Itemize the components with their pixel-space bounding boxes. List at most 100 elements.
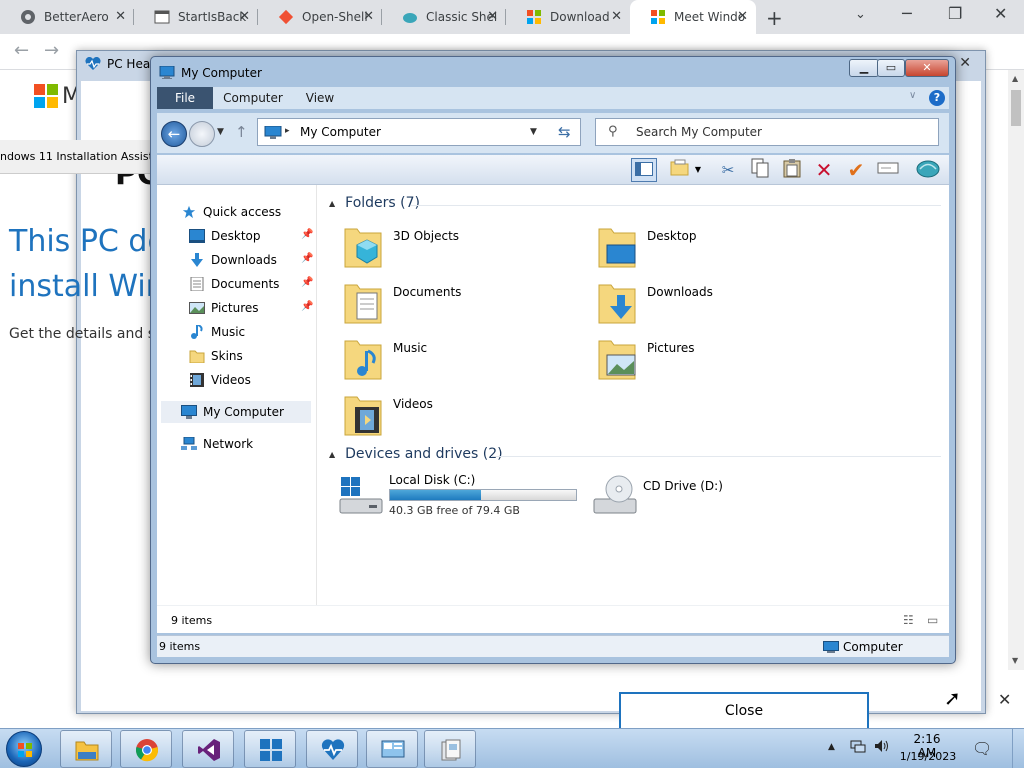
tab-download[interactable]: Download ✕	[506, 0, 630, 34]
folder-desktop[interactable]: Desktop	[597, 223, 837, 273]
nav-item-skins[interactable]: Skins	[189, 345, 243, 367]
microsoft-logo	[34, 84, 58, 108]
paste-button[interactable]	[779, 158, 805, 182]
tab-close-icon[interactable]: ✕	[487, 9, 498, 24]
tab-strip: BetterAero ✕ StartIsBack ✕ Open-Shell ✕ …	[0, 0, 1024, 34]
tab-open-shell[interactable]: Open-Shell ✕	[258, 0, 382, 34]
tab-close-icon[interactable]: ✕	[115, 9, 126, 24]
tab-search-icon[interactable]: ⌄	[855, 7, 866, 22]
nav-item-quick-access[interactable]: Quick access	[181, 201, 281, 223]
nav-item-documents[interactable]: Documents 📌	[189, 273, 337, 295]
collapse-icon[interactable]: ▲	[329, 199, 335, 208]
select-all-icon[interactable]: ✔	[843, 158, 869, 182]
help-icon[interactable]: ?	[929, 90, 945, 106]
pin-icon[interactable]: 📌	[301, 229, 313, 240]
taskbar-app[interactable]	[424, 730, 476, 768]
pin-icon[interactable]: 📌	[301, 301, 313, 312]
tab-view[interactable]: View	[297, 87, 343, 109]
folder-music[interactable]: Music	[343, 335, 583, 385]
maximize-button[interactable]: ▭	[877, 59, 905, 77]
up-button[interactable]: ↑	[235, 123, 248, 141]
close-icon[interactable]: ✕	[959, 55, 971, 71]
folder-downloads[interactable]: Downloads	[597, 279, 837, 329]
pin-icon[interactable]: 📌	[301, 253, 313, 264]
classic-shell-button[interactable]	[915, 158, 941, 182]
network-icon[interactable]	[850, 740, 866, 758]
taskbar-windows-installer[interactable]	[244, 730, 296, 768]
taskbar-visual-studio[interactable]	[182, 730, 234, 768]
expand-ribbon-icon[interactable]: ∨	[909, 90, 916, 101]
nav-item-music[interactable]: Music	[189, 321, 245, 343]
folder-videos[interactable]: Videos	[343, 391, 583, 441]
pin-icon[interactable]: 📌	[301, 277, 313, 288]
taskbar-file-explorer[interactable]	[60, 730, 112, 768]
forward-button[interactable]	[189, 121, 215, 147]
tab-betteraero[interactable]: BetterAero ✕	[0, 0, 134, 34]
taskbar-chrome[interactable]	[120, 730, 172, 768]
address-bar[interactable]: ▸ My Computer ▼ ⇆	[257, 118, 581, 146]
taskbar-control-panel[interactable]	[366, 730, 418, 768]
scroll-thumb[interactable]	[1011, 90, 1021, 126]
close-button[interactable]: ✕	[905, 59, 949, 77]
new-tab-icon[interactable]: +	[766, 6, 783, 30]
group-header-devices[interactable]: ▲ Devices and drives (2)	[329, 446, 503, 462]
title-bar[interactable]: My Computer ▁ ▭ ✕	[151, 57, 955, 87]
restore-icon[interactable]: ❐	[948, 4, 962, 23]
collapse-icon[interactable]: ▲	[329, 450, 335, 459]
nav-item-desktop[interactable]: Desktop 📌	[189, 225, 337, 247]
tab-file[interactable]: File	[157, 87, 213, 109]
breadcrumb-chevron-icon[interactable]: ▸	[285, 126, 290, 136]
rename-button[interactable]	[875, 158, 901, 182]
drive-local-disk-c[interactable]: Local Disk (C:) 40.3 GB free of 79.4 GB	[339, 473, 599, 527]
layout-pane-button[interactable]	[631, 158, 657, 182]
tab-close-icon[interactable]: ✕	[363, 9, 374, 24]
minimize-icon[interactable]: ─	[902, 4, 912, 23]
clock-date[interactable]: 1/19/2023	[898, 750, 958, 763]
back-arrow-icon[interactable]: ←	[14, 40, 29, 61]
start-button[interactable]	[6, 731, 42, 767]
folder-pictures[interactable]: Pictures	[597, 335, 837, 385]
details-view-icon[interactable]: ☷	[903, 613, 914, 627]
notification-icon[interactable]: 🗨	[972, 739, 992, 758]
back-button[interactable]: ←	[161, 121, 187, 147]
show-desktop-button[interactable]	[1012, 729, 1024, 768]
search-input[interactable]: ⚲ Search My Computer	[595, 118, 939, 146]
tab-close-icon[interactable]: ✕	[737, 9, 748, 24]
tab-meet-windows[interactable]: Meet Windows ✕	[630, 0, 756, 34]
tab-classic-shell[interactable]: Classic Shell ✕	[382, 0, 506, 34]
close-button[interactable]: Close	[619, 692, 869, 730]
properties-dropdown-icon[interactable]: ▼	[691, 158, 705, 182]
volume-icon[interactable]	[874, 739, 890, 757]
taskbar-pc-health-check[interactable]	[306, 730, 358, 768]
nav-item-pictures[interactable]: Pictures 📌	[189, 297, 337, 319]
close-icon[interactable]: ✕	[998, 690, 1011, 709]
refresh-icon[interactable]: ⇆	[558, 123, 571, 141]
delete-icon[interactable]: ✕	[811, 158, 837, 182]
page-scrollbar[interactable]: ▲ ▼	[1008, 70, 1024, 670]
group-header-folders[interactable]: ▲ Folders (7)	[329, 195, 420, 211]
nav-item-network[interactable]: Network	[181, 433, 253, 455]
large-icons-view-icon[interactable]: ▭	[927, 613, 938, 627]
address-dropdown-icon[interactable]: ▼	[530, 127, 537, 137]
forward-arrow-icon[interactable]: →	[44, 40, 59, 61]
folder-documents[interactable]: Documents	[343, 279, 583, 329]
nav-item-downloads[interactable]: Downloads 📌	[189, 249, 337, 271]
nav-item-my-computer[interactable]: My Computer	[181, 401, 284, 423]
properties-button[interactable]	[667, 158, 693, 182]
folder-3d-objects[interactable]: 3D Objects	[343, 223, 583, 273]
copy-button[interactable]	[747, 158, 773, 182]
breadcrumb[interactable]: My Computer	[300, 125, 381, 139]
tab-startisback[interactable]: StartIsBack ✕	[134, 0, 258, 34]
nav-item-videos[interactable]: Videos	[189, 369, 251, 391]
scroll-down-icon[interactable]: ▼	[1012, 656, 1018, 665]
drive-cd-d[interactable]: CD Drive (D:)	[593, 473, 853, 527]
cut-icon[interactable]: ✂	[715, 158, 741, 182]
tab-close-icon[interactable]: ✕	[611, 9, 622, 24]
minimize-button[interactable]: ▁	[849, 59, 879, 77]
tab-computer[interactable]: Computer	[217, 87, 289, 109]
recent-locations-icon[interactable]: ▼	[217, 127, 224, 137]
show-hidden-icons-icon[interactable]: ▲	[828, 742, 835, 752]
close-icon[interactable]: ✕	[994, 4, 1007, 23]
tab-close-icon[interactable]: ✕	[239, 9, 250, 24]
scroll-up-icon[interactable]: ▲	[1012, 74, 1018, 83]
